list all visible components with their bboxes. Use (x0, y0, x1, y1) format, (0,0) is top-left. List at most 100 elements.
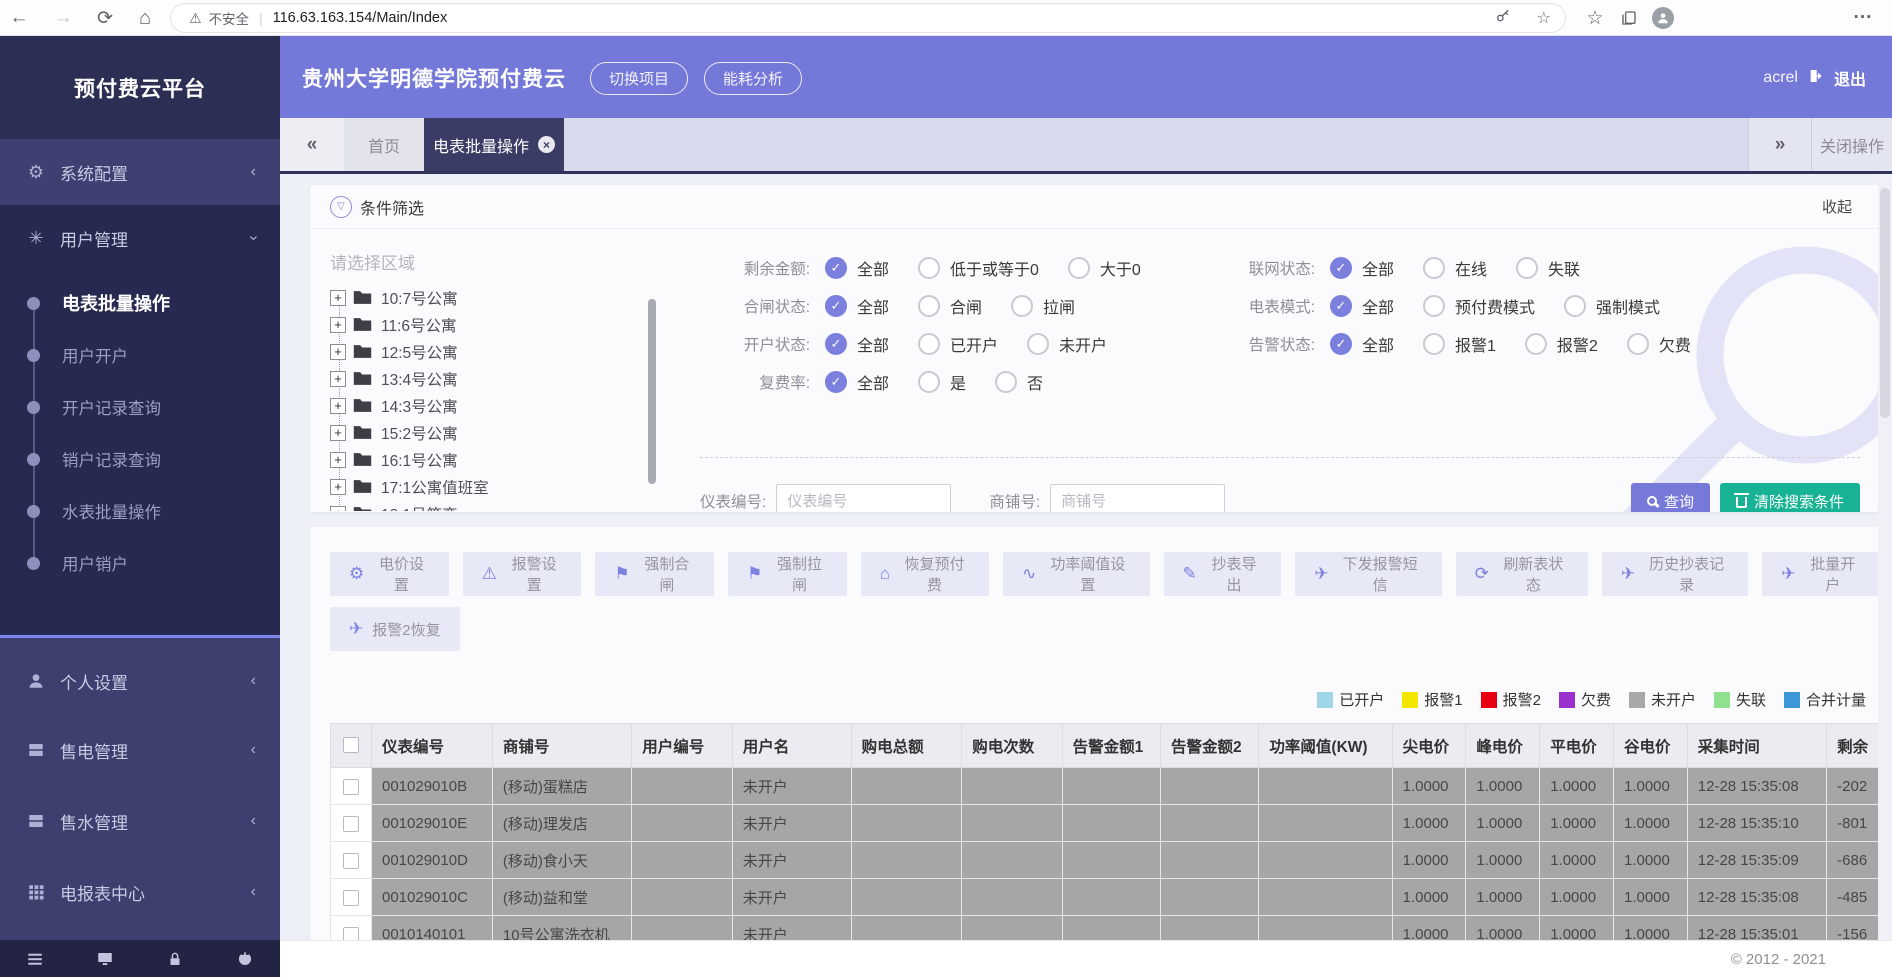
address-bar[interactable]: ⚠ 不安全 | 116.63.163.154/Main/Index ☆ (170, 3, 1566, 33)
action-button[interactable]: 强制合闸 (595, 552, 714, 596)
radio-option[interactable]: 已开户 (918, 332, 998, 356)
power-icon[interactable] (210, 950, 280, 968)
tree-node[interactable]: + 15:2号公寓 (330, 419, 630, 446)
meter-no-input[interactable] (776, 484, 951, 512)
browser-refresh-icon[interactable]: ⟳ (90, 0, 120, 36)
radio-option[interactable]: 全部 (825, 294, 889, 318)
lock-icon[interactable] (140, 950, 210, 968)
sidebar-subitem[interactable]: 用户开户 (0, 329, 280, 381)
tabs-scroll-left-icon[interactable]: « (280, 118, 344, 171)
table-row[interactable]: 001029010D (移动)食小天 未开户 1.0000 1.0000 1.0… (331, 842, 1881, 879)
tree-node[interactable]: + 13:4号公寓 (330, 365, 630, 392)
row-checkbox[interactable] (343, 779, 359, 795)
close-operations-button[interactable]: 关闭操作 (1812, 118, 1892, 171)
radio-option[interactable]: 拉闸 (1011, 294, 1075, 318)
action-button[interactable]: 电价设置 (330, 552, 449, 596)
radio-option[interactable]: 报警2 (1525, 332, 1598, 356)
action-button[interactable]: 报警设置 (463, 552, 582, 596)
action-button[interactable]: 功率阈值设置 (1003, 552, 1149, 596)
action-button[interactable]: 抄表导出 (1164, 552, 1282, 596)
sidebar-item-personal-settings[interactable]: 个人设置 ‹ (0, 648, 280, 714)
expand-plus-icon[interactable]: + (330, 398, 346, 414)
scrollbar-thumb[interactable] (1880, 188, 1890, 418)
radio-option[interactable]: 全部 (825, 332, 889, 356)
tree-node[interactable]: + 10:7号公寓 (330, 284, 630, 311)
sidebar-item-system-config[interactable]: ⚙ 系统配置 ‹ (0, 139, 280, 205)
tree-scrollbar[interactable] (648, 299, 656, 484)
shop-no-input[interactable] (1050, 484, 1225, 512)
row-checkbox[interactable] (343, 816, 359, 832)
expand-plus-icon[interactable]: + (330, 479, 346, 495)
table-row[interactable]: 001029010C (移动)益和堂 未开户 1.0000 1.0000 1.0… (331, 879, 1881, 916)
browser-back-icon[interactable]: ← (4, 0, 34, 36)
radio-option[interactable]: 否 (995, 370, 1043, 394)
radio-option[interactable]: 未开户 (1027, 332, 1107, 356)
tree-node[interactable]: + 16:1号公寓 (330, 446, 630, 473)
radio-option[interactable]: 合闸 (918, 294, 982, 318)
sidebar-item-user-mgmt[interactable]: ✳ 用户管理 ‹ (0, 205, 280, 271)
radio-option[interactable]: 全部 (1330, 332, 1394, 356)
radio-option[interactable]: 强制模式 (1564, 294, 1660, 318)
expand-plus-icon[interactable]: + (330, 290, 346, 306)
clear-search-button[interactable]: 清除搜索条件 (1720, 483, 1860, 513)
table-row[interactable]: 0010140101 10号公寓洗衣机 未开户 1.0000 1.0000 1.… (331, 916, 1881, 941)
row-checkbox[interactable] (343, 853, 359, 869)
sidebar-subitem[interactable]: 开户记录查询 (0, 381, 280, 433)
expand-plus-icon[interactable]: + (330, 425, 346, 441)
expand-plus-icon[interactable]: + (330, 344, 346, 360)
radio-option[interactable]: 失联 (1516, 256, 1580, 280)
expand-plus-icon[interactable]: + (330, 452, 346, 468)
sidebar-subitem[interactable]: 电表批量操作 (0, 277, 280, 329)
page-scrollbar[interactable] (1878, 174, 1892, 977)
sidebar-subitem[interactable]: 用户销户 (0, 537, 280, 589)
row-checkbox[interactable] (343, 927, 359, 940)
monitor-icon[interactable] (70, 950, 140, 968)
browser-forward-icon[interactable]: → (48, 0, 78, 36)
action-button[interactable]: 强制拉闸 (728, 552, 847, 596)
action-button[interactable]: 报警2恢复 (330, 607, 460, 651)
hamburger-menu-icon[interactable] (0, 950, 70, 968)
energy-analysis-button[interactable]: 能耗分析 (704, 62, 802, 95)
logout-button[interactable]: 退出 (1834, 66, 1866, 90)
table-row[interactable]: 001029010E (移动)理发店 未开户 1.0000 1.0000 1.0… (331, 805, 1881, 842)
logout-icon[interactable] (1808, 68, 1824, 89)
collections-icon[interactable] (1614, 0, 1644, 36)
row-checkbox[interactable] (343, 890, 359, 906)
tree-node[interactable]: + 11:6号公寓 (330, 311, 630, 338)
radio-option[interactable]: 低于或等于0 (918, 256, 1039, 280)
password-key-icon[interactable] (1495, 8, 1511, 29)
tree-node[interactable]: + 18:1号箱变 (330, 500, 630, 511)
switch-project-button[interactable]: 切换项目 (590, 62, 688, 95)
action-button[interactable]: 刷新表状态 (1456, 552, 1588, 596)
radio-option[interactable]: 在线 (1423, 256, 1487, 280)
favorite-add-icon[interactable]: ☆ (1537, 8, 1551, 29)
search-button[interactable]: 查询 (1631, 483, 1710, 513)
action-button[interactable]: 批量开户 (1762, 552, 1880, 596)
radio-option[interactable]: 大于0 (1068, 256, 1141, 280)
tabs-scroll-right-icon[interactable]: » (1748, 118, 1812, 171)
radio-option[interactable]: 欠费 (1627, 332, 1691, 356)
tab-close-icon[interactable]: × (538, 136, 555, 153)
select-all-checkbox[interactable] (343, 737, 359, 753)
browser-home-icon[interactable]: ⌂ (130, 0, 160, 36)
radio-option[interactable]: 全部 (825, 370, 889, 394)
radio-option[interactable]: 是 (918, 370, 966, 394)
sidebar-item-electric-reports[interactable]: 电报表中心 ‹ (0, 859, 280, 925)
collapse-button[interactable]: 收起 (1822, 196, 1852, 217)
favorites-bar-icon[interactable]: ☆ (1580, 0, 1610, 36)
sidebar-subitem[interactable]: 水表批量操作 (0, 485, 280, 537)
expand-plus-icon[interactable]: + (330, 506, 346, 512)
radio-option[interactable]: 全部 (1330, 256, 1394, 280)
browser-profile-avatar[interactable] (1652, 7, 1674, 29)
tree-node[interactable]: + 14:3号公寓 (330, 392, 630, 419)
tree-node[interactable]: + 12:5号公寓 (330, 338, 630, 365)
tree-node[interactable]: + 17:1公寓值班室 (330, 473, 630, 500)
radio-option[interactable]: 全部 (1330, 294, 1394, 318)
radio-option[interactable]: 预付费模式 (1423, 294, 1535, 318)
action-button[interactable]: 下发报警短信 (1295, 552, 1441, 596)
tab-home[interactable]: 首页 (344, 118, 424, 171)
browser-menu-icon[interactable]: ··· (1848, 0, 1878, 36)
sidebar-subitem[interactable]: 销户记录查询 (0, 433, 280, 485)
tab-meter-batch[interactable]: 电表批量操作 × (424, 118, 564, 171)
expand-plus-icon[interactable]: + (330, 317, 346, 333)
